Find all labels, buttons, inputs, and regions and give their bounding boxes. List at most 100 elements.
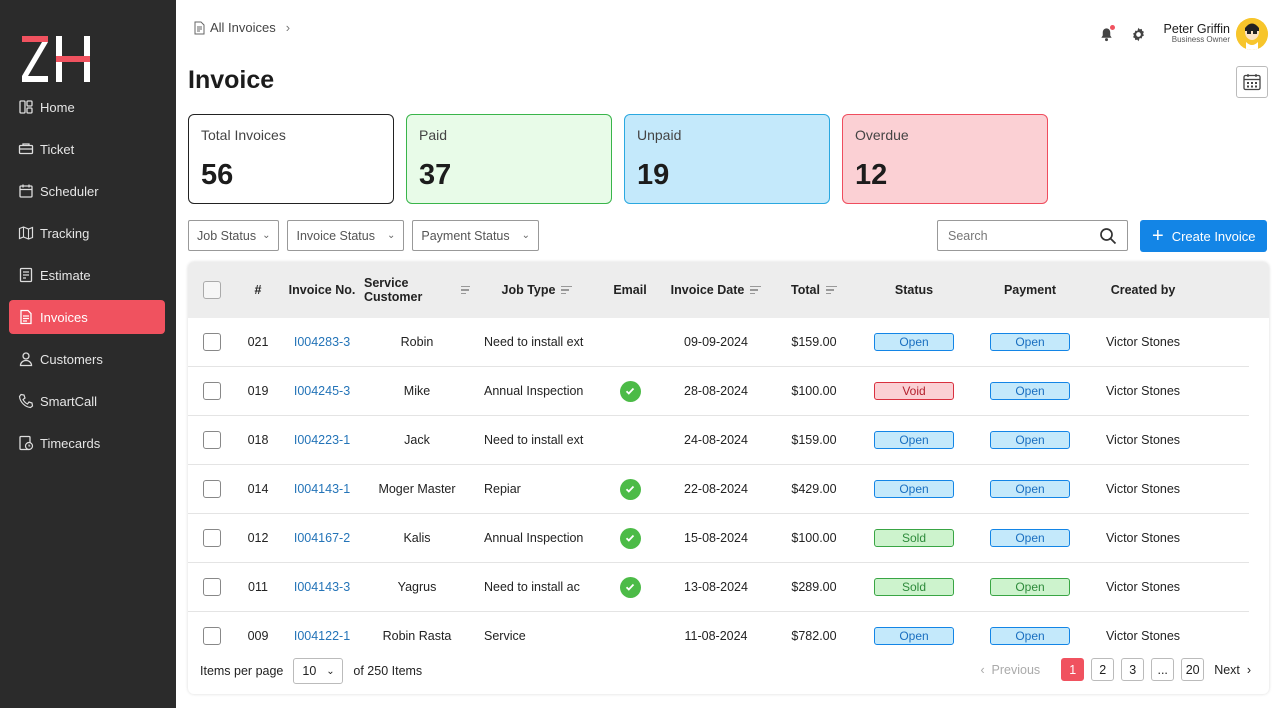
payment-status-filter[interactable]: Payment Status ⌄: [412, 220, 540, 251]
stat-card-overdue[interactable]: Overdue 12: [842, 114, 1048, 204]
column-header-label: Job Type: [501, 283, 556, 297]
invoice-link[interactable]: I004167-2: [294, 531, 350, 545]
column-header-label: #: [254, 283, 262, 297]
sidebar-item-scheduler[interactable]: Scheduler: [9, 174, 165, 208]
sidebar-item-timecards[interactable]: Timecards: [9, 426, 165, 460]
sidebar-item-label: Tracking: [40, 225, 90, 241]
created-by: Victor Stones: [1105, 629, 1181, 643]
stat-label: Paid: [419, 127, 448, 143]
scheduler-icon: [18, 183, 34, 199]
avatar[interactable]: [1236, 18, 1268, 50]
tracking-icon: [18, 225, 34, 241]
column-header[interactable]: Total: [776, 283, 852, 297]
column-header[interactable]: Invoice Date: [656, 283, 776, 297]
sidebar-item-estimate[interactable]: Estimate: [9, 258, 165, 292]
created-by: Victor Stones: [1105, 433, 1181, 447]
document-icon: [194, 21, 205, 34]
stat-card-unpaid[interactable]: Unpaid 19: [624, 114, 830, 204]
check-circle-icon: [619, 527, 641, 549]
check-circle-icon: [619, 576, 641, 598]
customer-name: Jack: [404, 433, 430, 447]
customers-icon: [18, 351, 34, 367]
bell-icon[interactable]: [1098, 25, 1116, 43]
job-status-filter[interactable]: Job Status ⌄: [188, 220, 280, 251]
customer-name: Moger Master: [378, 482, 456, 496]
breadcrumb[interactable]: All Invoices ›: [192, 20, 290, 35]
table-row[interactable]: 021 I004283-3 Robin Need to install ext 09-0…: [188, 318, 1249, 367]
row-checkbox[interactable]: [203, 578, 221, 596]
table-row[interactable]: 012 I004167-2 Kalis Annual Inspection 15-08-…: [188, 514, 1249, 563]
stat-label: Total Invoices: [201, 127, 286, 143]
sidebar-item-ticket[interactable]: Ticket: [9, 132, 165, 166]
invoice-link[interactable]: I004143-3: [294, 580, 350, 594]
row-checkbox[interactable]: [203, 333, 221, 351]
search-input[interactable]: Search: [937, 220, 1128, 251]
check-circle-icon: [619, 380, 641, 402]
page-button[interactable]: 1: [1061, 658, 1085, 681]
row-number: 011: [248, 580, 268, 594]
page-button[interactable]: 3: [1121, 658, 1145, 681]
status-badge: Open: [874, 480, 954, 498]
customer-name: Mike: [403, 384, 431, 398]
table-row[interactable]: 018 I004223-1 Jack Need to install ext 24-08…: [188, 416, 1249, 465]
status-badge: Sold: [874, 529, 954, 547]
invoice-link[interactable]: I004283-3: [294, 335, 350, 349]
row-checkbox[interactable]: [203, 627, 221, 645]
calendar-button[interactable]: [1236, 66, 1268, 98]
sidebar-item-home[interactable]: Home: [9, 90, 165, 124]
previous-page-button[interactable]: ‹ Previous: [980, 663, 1040, 677]
sidebar-item-smartcall[interactable]: SmartCall: [9, 384, 165, 418]
invoice-link[interactable]: I004143-1: [294, 482, 350, 496]
home-icon: [18, 99, 34, 115]
filter-bar: Job Status ⌄ Invoice Status ⌄ Payment Stat…: [188, 220, 547, 251]
sort-icon[interactable]: [750, 284, 762, 297]
invoices-icon: [18, 309, 34, 325]
breadcrumb-label[interactable]: All Invoices: [210, 20, 276, 35]
row-number: 019: [247, 384, 269, 398]
invoice-date: 13-08-2024: [684, 580, 748, 594]
table-row[interactable]: 011 I004143-3 Yagrus Need to install ac 13-0…: [188, 563, 1249, 612]
stat-card-total[interactable]: Total Invoices 56: [188, 114, 394, 204]
sidebar-nav: Home Ticket Scheduler Tracking Estimate Invoi…: [9, 90, 165, 468]
items-per-page-select[interactable]: 10 ⌄: [293, 658, 344, 684]
table-row[interactable]: 014 I004143-1 Moger Master Repiar 22-08-2024…: [188, 465, 1249, 514]
invoice-date: 24-08-2024: [684, 433, 748, 447]
sidebar-item-invoices[interactable]: Invoices: [9, 300, 165, 334]
payment-status-label: Payment Status: [421, 228, 510, 243]
create-invoice-button[interactable]: + Create Invoice: [1140, 220, 1267, 252]
stat-card-paid[interactable]: Paid 37: [406, 114, 612, 204]
sort-icon[interactable]: [561, 284, 573, 297]
column-header-label: Total: [791, 283, 820, 297]
customer-name: Kalis: [403, 531, 431, 545]
invoice-status-filter[interactable]: Invoice Status ⌄: [287, 220, 405, 251]
sidebar-item-label: Estimate: [40, 267, 91, 283]
row-checkbox[interactable]: [203, 431, 221, 449]
chevron-down-icon: ⌄: [386, 230, 396, 241]
sort-icon[interactable]: [460, 284, 470, 297]
row-checkbox[interactable]: [203, 382, 221, 400]
table-row[interactable]: 009 I004122-1 Robin Rasta Service 11-08-2024…: [188, 612, 1249, 648]
column-header: Created by: [1084, 283, 1202, 297]
invoice-total: $289.00: [791, 580, 837, 594]
invoice-link[interactable]: I004122-1: [294, 629, 350, 643]
row-checkbox[interactable]: [203, 480, 221, 498]
next-page-button[interactable]: Next ›: [1214, 663, 1251, 677]
sidebar-item-customers[interactable]: Customers: [9, 342, 165, 376]
row-checkbox[interactable]: [203, 529, 221, 547]
gear-icon[interactable]: [1130, 25, 1148, 43]
column-header[interactable]: Service Customer: [364, 276, 470, 304]
column-header[interactable]: Job Type: [470, 283, 604, 297]
sort-icon[interactable]: [825, 284, 837, 297]
invoice-link[interactable]: I004245-3: [294, 384, 350, 398]
invoice-total: $100.00: [791, 384, 837, 398]
search-icon[interactable]: [1099, 227, 1117, 245]
page-button[interactable]: 20: [1181, 658, 1205, 681]
table-row[interactable]: 019 I004245-3 Mike Annual Inspection 28-08-2…: [188, 367, 1249, 416]
user-info[interactable]: Peter Griffin Business Owner: [1164, 22, 1230, 46]
invoice-link[interactable]: I004223-1: [294, 433, 350, 447]
select-all-checkbox[interactable]: [203, 281, 221, 299]
page-button[interactable]: ...: [1151, 658, 1175, 681]
calendar-icon: [1243, 74, 1261, 91]
sidebar-item-tracking[interactable]: Tracking: [9, 216, 165, 250]
page-button[interactable]: 2: [1091, 658, 1115, 681]
